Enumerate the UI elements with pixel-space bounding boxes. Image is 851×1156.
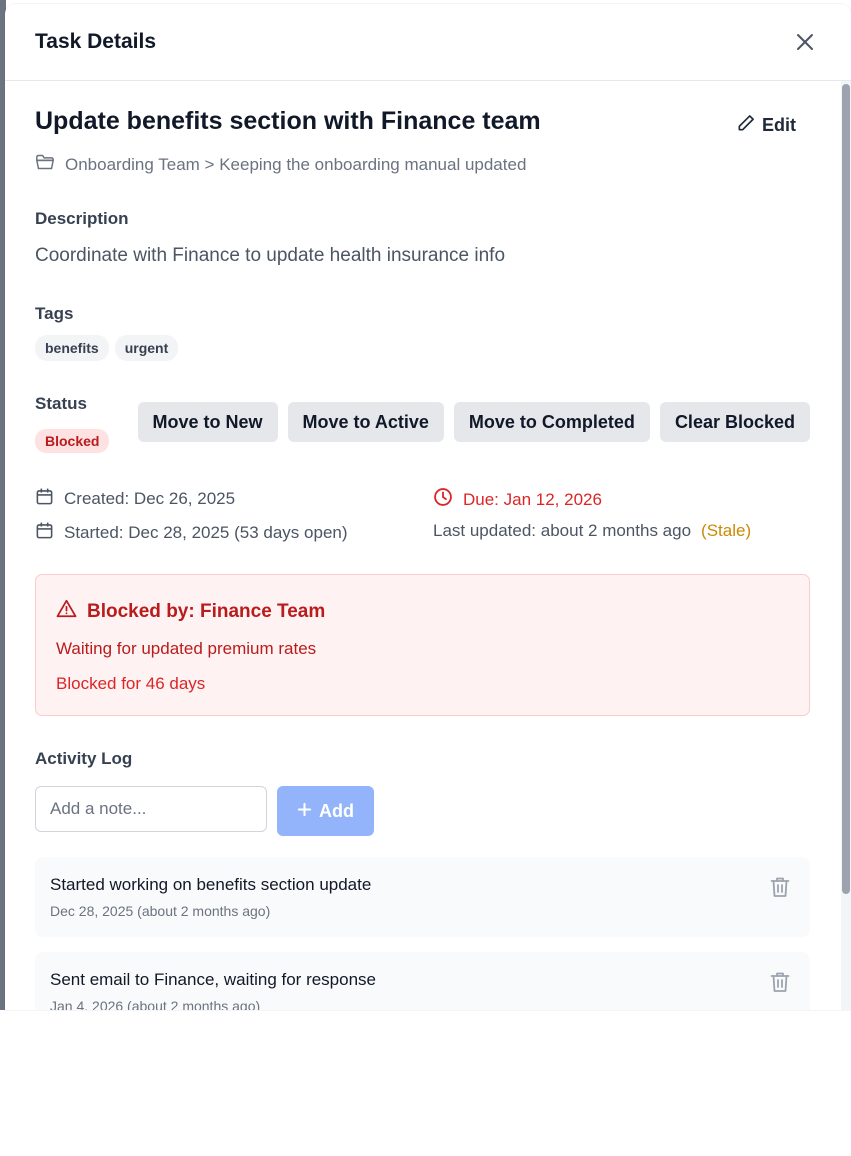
edit-label: Edit	[762, 115, 796, 135]
warning-icon	[56, 599, 77, 624]
blocked-reason: Waiting for updated premium rates	[56, 639, 317, 658]
task-details-modal: Task Details Update benefits section wit…	[5, 4, 851, 1010]
created-date: Created: Dec 26, 2025	[35, 487, 235, 511]
task-title: Update benefits section with Finance tea…	[35, 107, 541, 135]
breadcrumb: Onboarding Team > Keeping the onboarding…	[35, 153, 526, 176]
blocked-title: Blocked by: Finance Team	[56, 599, 325, 624]
log-entry: Sent email to Finance, waiting for respo…	[35, 952, 810, 1010]
clock-icon	[433, 487, 453, 512]
pencil-icon	[736, 113, 756, 138]
move-to-new-button[interactable]: Move to New	[137, 402, 278, 442]
trash-icon[interactable]	[770, 971, 790, 993]
started-text: Started: Dec 28, 2025 (53 days open)	[64, 523, 348, 542]
last-updated-text: Last updated: about 2 months ago	[433, 521, 692, 540]
status-label: Status	[35, 394, 87, 413]
log-entry-time: Dec 28, 2025 (about 2 months ago)	[50, 903, 271, 919]
last-updated: Last updated: about 2 months ago (Stale)	[433, 521, 751, 541]
started-date: Started: Dec 28, 2025 (53 days open)	[35, 521, 348, 545]
calendar-icon	[35, 487, 54, 511]
log-entry-text: Started working on benefits section upda…	[50, 875, 372, 894]
description-label: Description	[35, 209, 129, 228]
stale-badge: (Stale)	[701, 521, 752, 540]
add-label: Add	[319, 800, 354, 821]
log-entry: Started working on benefits section upda…	[35, 857, 810, 937]
tag-list: benefits urgent	[35, 335, 179, 361]
move-to-completed-button[interactable]: Move to Completed	[453, 402, 650, 442]
edit-button[interactable]: Edit	[736, 113, 796, 138]
due-text: Due: Jan 12, 2026	[463, 489, 602, 509]
status-actions: Move to New Move to Active Move to Compl…	[137, 402, 810, 442]
blocked-alert: Blocked by: Finance Team Waiting for upd…	[35, 574, 810, 716]
close-icon[interactable]	[793, 30, 817, 54]
tags-label: Tags	[35, 304, 74, 323]
modal-title: Task Details	[35, 30, 157, 53]
folder-icon	[35, 153, 55, 176]
add-note-button[interactable]: Add	[277, 786, 374, 836]
scrollbar-thumb[interactable]	[842, 84, 850, 894]
activity-log-label: Activity Log	[35, 749, 133, 768]
clear-blocked-button[interactable]: Clear Blocked	[659, 402, 810, 442]
move-to-active-button[interactable]: Move to Active	[287, 402, 444, 442]
blocked-duration: Blocked for 46 days	[56, 674, 206, 693]
description-text: Coordinate with Finance to update health…	[35, 245, 506, 266]
status-badge: Blocked	[35, 429, 110, 453]
log-entry-time: Jan 4, 2026 (about 2 months ago)	[50, 998, 261, 1010]
tag-benefits: benefits	[35, 335, 109, 361]
plus-icon	[297, 801, 312, 822]
due-date: Due: Jan 12, 2026	[433, 487, 602, 512]
calendar-icon	[35, 521, 54, 545]
trash-icon[interactable]	[770, 876, 790, 898]
created-text: Created: Dec 26, 2025	[64, 489, 236, 508]
add-note-input[interactable]	[35, 786, 267, 832]
tag-urgent: urgent	[114, 335, 179, 361]
log-entry-text: Sent email to Finance, waiting for respo…	[50, 970, 377, 989]
breadcrumb-text: Onboarding Team > Keeping the onboarding…	[65, 154, 527, 174]
blocked-title-text: Blocked by: Finance Team	[87, 600, 326, 622]
modal-header: Task Details	[5, 4, 851, 81]
